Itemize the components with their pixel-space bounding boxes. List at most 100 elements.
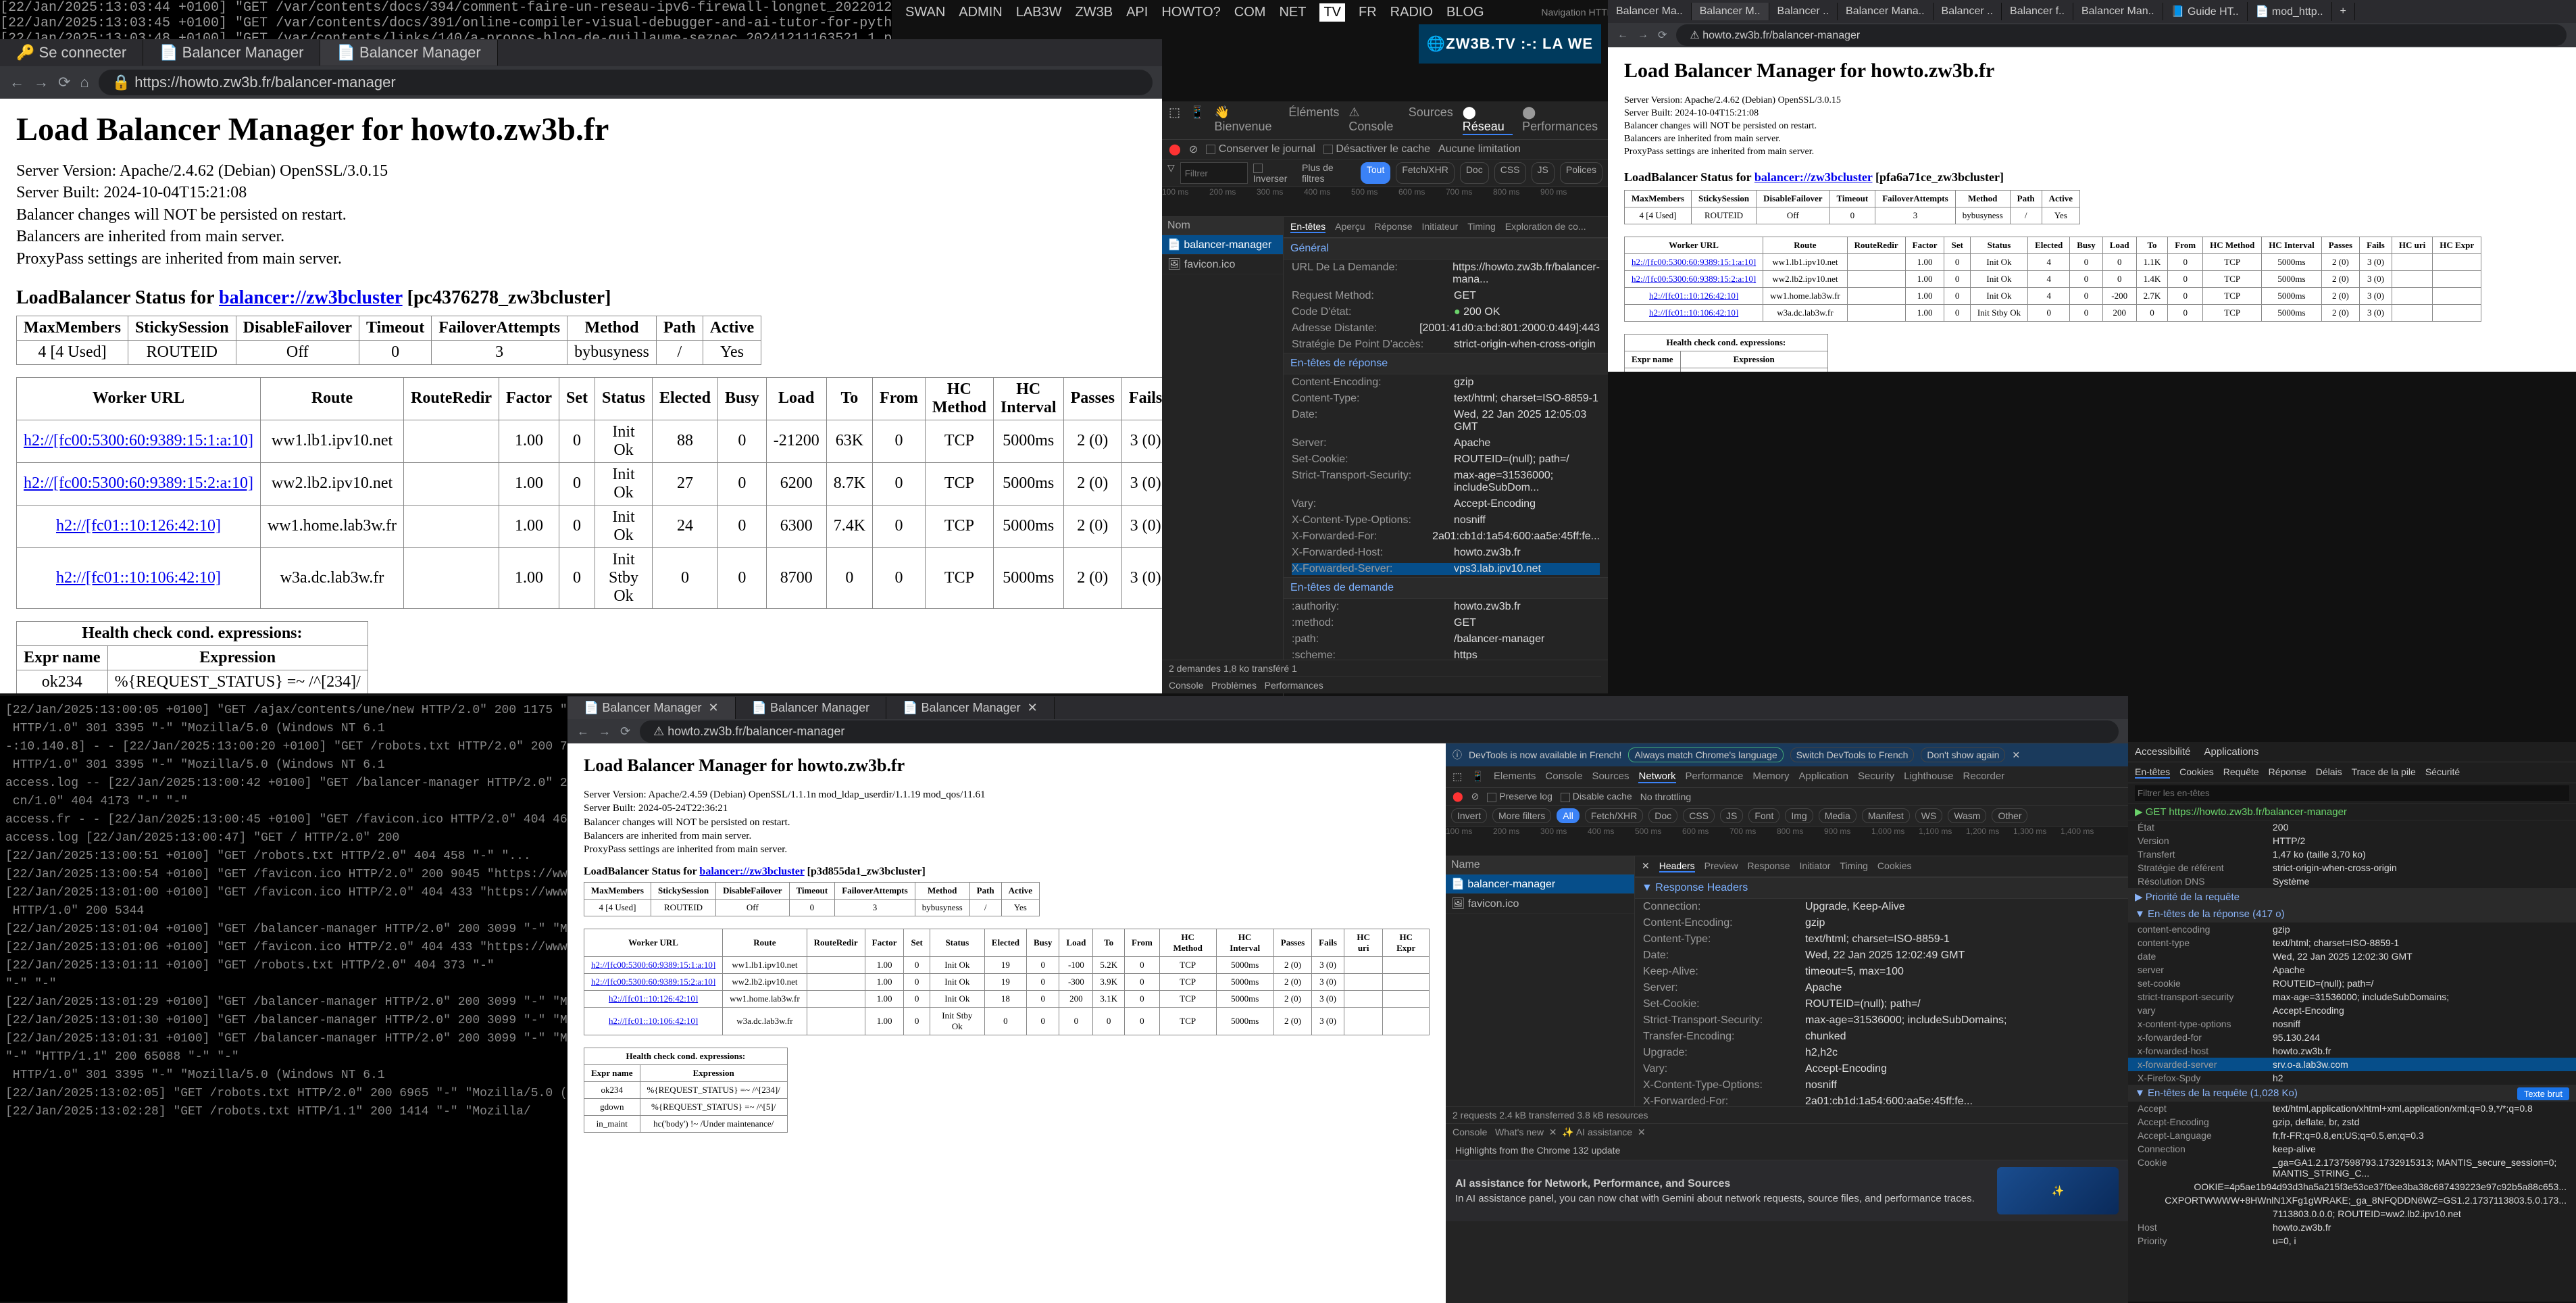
- preserve-log-checkbox[interactable]: [1206, 145, 1215, 154]
- disable-cache-checkbox[interactable]: [1561, 793, 1570, 802]
- timing-tab[interactable]: Délais: [2316, 766, 2342, 779]
- tab[interactable]: Balancer Mana..: [1838, 3, 1934, 20]
- perf-tab[interactable]: Performances: [1265, 680, 1323, 691]
- dtab[interactable]: 👋 Bienvenue: [1214, 105, 1279, 135]
- back-icon[interactable]: ←: [9, 74, 24, 91]
- console-tab[interactable]: Console: [1169, 680, 1203, 691]
- dtab[interactable]: Performance: [1686, 770, 1744, 783]
- tab[interactable]: 📄 Balancer Manager ✕: [567, 697, 736, 719]
- security-tab[interactable]: Sécurité: [2425, 766, 2460, 779]
- balancer-link[interactable]: balancer://zw3bcluster: [699, 866, 804, 877]
- tab[interactable]: 📄 Balancer Manager: [320, 40, 497, 66]
- inspect-icon[interactable]: ⬚: [1453, 770, 1462, 783]
- filter-pill[interactable]: Font: [1748, 808, 1779, 823]
- dtab[interactable]: Lighthouse: [1904, 770, 1953, 783]
- acc-tab[interactable]: Accessibilité: [2135, 746, 2191, 758]
- tab[interactable]: Balancer ..: [1769, 3, 1838, 20]
- response-tab[interactable]: Réponse: [2269, 766, 2306, 779]
- issues-tab[interactable]: Problèmes: [1211, 680, 1257, 691]
- tab[interactable]: 🔑 Se connecter: [0, 40, 143, 66]
- forward-icon[interactable]: →: [599, 724, 611, 739]
- balancer-link[interactable]: balancer://zw3bcluster: [1754, 170, 1873, 184]
- new-tab-button[interactable]: +: [2332, 3, 2355, 20]
- filter-css[interactable]: CSS: [1494, 162, 1526, 184]
- worker-url-link[interactable]: h2://[fc01::10:106:42:10]: [609, 1016, 698, 1026]
- dtab[interactable]: ⬤ Réseau: [1463, 105, 1513, 135]
- filter-invert[interactable]: Invert: [1451, 808, 1487, 823]
- dtab[interactable]: ⬤ Performances: [1522, 105, 1601, 135]
- hdr-tab[interactable]: Response: [1747, 860, 1790, 872]
- dtab[interactable]: Console: [1545, 770, 1582, 783]
- filter-pill[interactable]: CSS: [1683, 808, 1715, 823]
- clear-icon[interactable]: ⊘: [1471, 791, 1480, 802]
- filter-all[interactable]: Tout: [1361, 162, 1390, 184]
- filter-pill[interactable]: Img: [1785, 808, 1813, 823]
- nav-item[interactable]: RADIO: [1390, 5, 1433, 20]
- tab[interactable]: Balancer Man..: [2073, 3, 2163, 20]
- hdr-tab[interactable]: En-têtes: [1290, 221, 1325, 233]
- invert-checkbox[interactable]: [1253, 164, 1263, 173]
- tab[interactable]: 📄 Balancer Manager ✕: [886, 697, 1055, 719]
- dtab[interactable]: Network: [1638, 770, 1675, 783]
- raw-text-button[interactable]: Texte brut: [2517, 1087, 2569, 1100]
- device-icon[interactable]: 📱: [1471, 770, 1484, 783]
- nav-item[interactable]: NET: [1279, 5, 1306, 20]
- filter-js[interactable]: JS: [1532, 162, 1555, 184]
- nav-item[interactable]: HOWTO?: [1161, 5, 1220, 20]
- headers-tab[interactable]: En-têtes: [2135, 766, 2170, 779]
- whats-new-tab[interactable]: What's new: [1495, 1127, 1544, 1137]
- inspect-icon[interactable]: ⬚: [1169, 105, 1180, 135]
- dtab[interactable]: Security: [1858, 770, 1894, 783]
- worker-url-link[interactable]: h2://[fc00:5300:60:9389:15:2:a:10]: [24, 474, 253, 492]
- worker-url-link[interactable]: h2://[fc00:5300:60:9389:15:2:a:10]: [1632, 274, 1756, 284]
- hdr-tab[interactable]: Initiator: [1800, 860, 1831, 872]
- filter-pill[interactable]: Wasm: [1948, 808, 1986, 823]
- section-general[interactable]: Général: [1284, 238, 1608, 260]
- tab[interactable]: Balancer f..: [2002, 3, 2073, 20]
- nav-item[interactable]: COM: [1234, 5, 1266, 20]
- forward-icon[interactable]: →: [1638, 29, 1648, 41]
- filter-pill[interactable]: Other: [1992, 808, 2027, 823]
- dtab[interactable]: Elements: [1494, 770, 1536, 783]
- url-input[interactable]: ⚠ howto.zw3b.fr/balancer-manager: [1676, 24, 2567, 46]
- reload-icon[interactable]: ⟳: [1658, 28, 1667, 42]
- tab[interactable]: 📄 Balancer Manager: [143, 40, 320, 66]
- worker-url-link[interactable]: h2://[fc00:5300:60:9389:15:1:a:10]: [591, 960, 715, 970]
- hdr-tab[interactable]: Aperçu: [1335, 221, 1365, 233]
- hdr-tab[interactable]: Réponse: [1375, 221, 1413, 233]
- nav-item[interactable]: FR: [1359, 5, 1377, 20]
- filter-more[interactable]: More filters: [1492, 808, 1551, 823]
- request-tab[interactable]: Requête: [2223, 766, 2259, 779]
- filter-pill[interactable]: Doc: [1648, 808, 1677, 823]
- section-response-headers[interactable]: En-têtes de réponse: [1284, 353, 1608, 374]
- device-icon[interactable]: 📱: [1190, 105, 1205, 135]
- lang-match-button[interactable]: Always match Chrome's language: [1628, 747, 1783, 762]
- more-filters[interactable]: Plus de filtres: [1302, 162, 1355, 184]
- network-timeline[interactable]: 100 ms200 ms300 ms400 ms500 ms600 ms700 …: [1162, 187, 1608, 217]
- request-row[interactable]: 🖼 favicon.ico: [1446, 894, 1634, 914]
- section-request-headers[interactable]: En-têtes de demande: [1284, 577, 1608, 599]
- hdr-tab[interactable]: Preview: [1704, 860, 1738, 872]
- filter-pill[interactable]: JS: [1720, 808, 1743, 823]
- hdr-tab[interactable]: Cookies: [1877, 860, 1912, 872]
- hdr-tab[interactable]: Timing: [1467, 221, 1496, 233]
- worker-url-link[interactable]: h2://[fc01::10:126:42:10]: [1649, 291, 1738, 301]
- acc-section[interactable]: ▶ Priorité de la requête: [2128, 888, 2576, 906]
- balancer-link[interactable]: balancer://zw3bcluster: [219, 287, 403, 308]
- request-row[interactable]: 📄 balancer-manager: [1162, 235, 1283, 255]
- tab[interactable]: 📄 mod_http..: [2248, 2, 2332, 21]
- cookies-tab[interactable]: Cookies: [2179, 766, 2214, 779]
- back-icon[interactable]: ←: [577, 724, 589, 739]
- filter-pill[interactable]: WS: [1915, 808, 1943, 823]
- tab[interactable]: 📘 Guide HT..: [2163, 2, 2248, 21]
- hdr-tab[interactable]: Timing: [1840, 860, 1868, 872]
- acc-section[interactable]: ▼ En-têtes de la requête (1,028 Ko) Text…: [2128, 1085, 2576, 1102]
- dtab[interactable]: ⚠ Console: [1348, 105, 1398, 135]
- record-icon[interactable]: ⬤: [1453, 791, 1463, 802]
- dtab[interactable]: Éléments: [1288, 105, 1339, 135]
- console-tab[interactable]: Console: [1453, 1127, 1487, 1137]
- worker-url-link[interactable]: h2://[fc00:5300:60:9389:15:1:a:10]: [24, 432, 253, 449]
- home-icon[interactable]: ⌂: [80, 74, 89, 91]
- network-timeline[interactable]: 100 ms200 ms300 ms400 ms500 ms600 ms700 …: [1446, 827, 2128, 856]
- disable-cache-checkbox[interactable]: [1323, 145, 1333, 154]
